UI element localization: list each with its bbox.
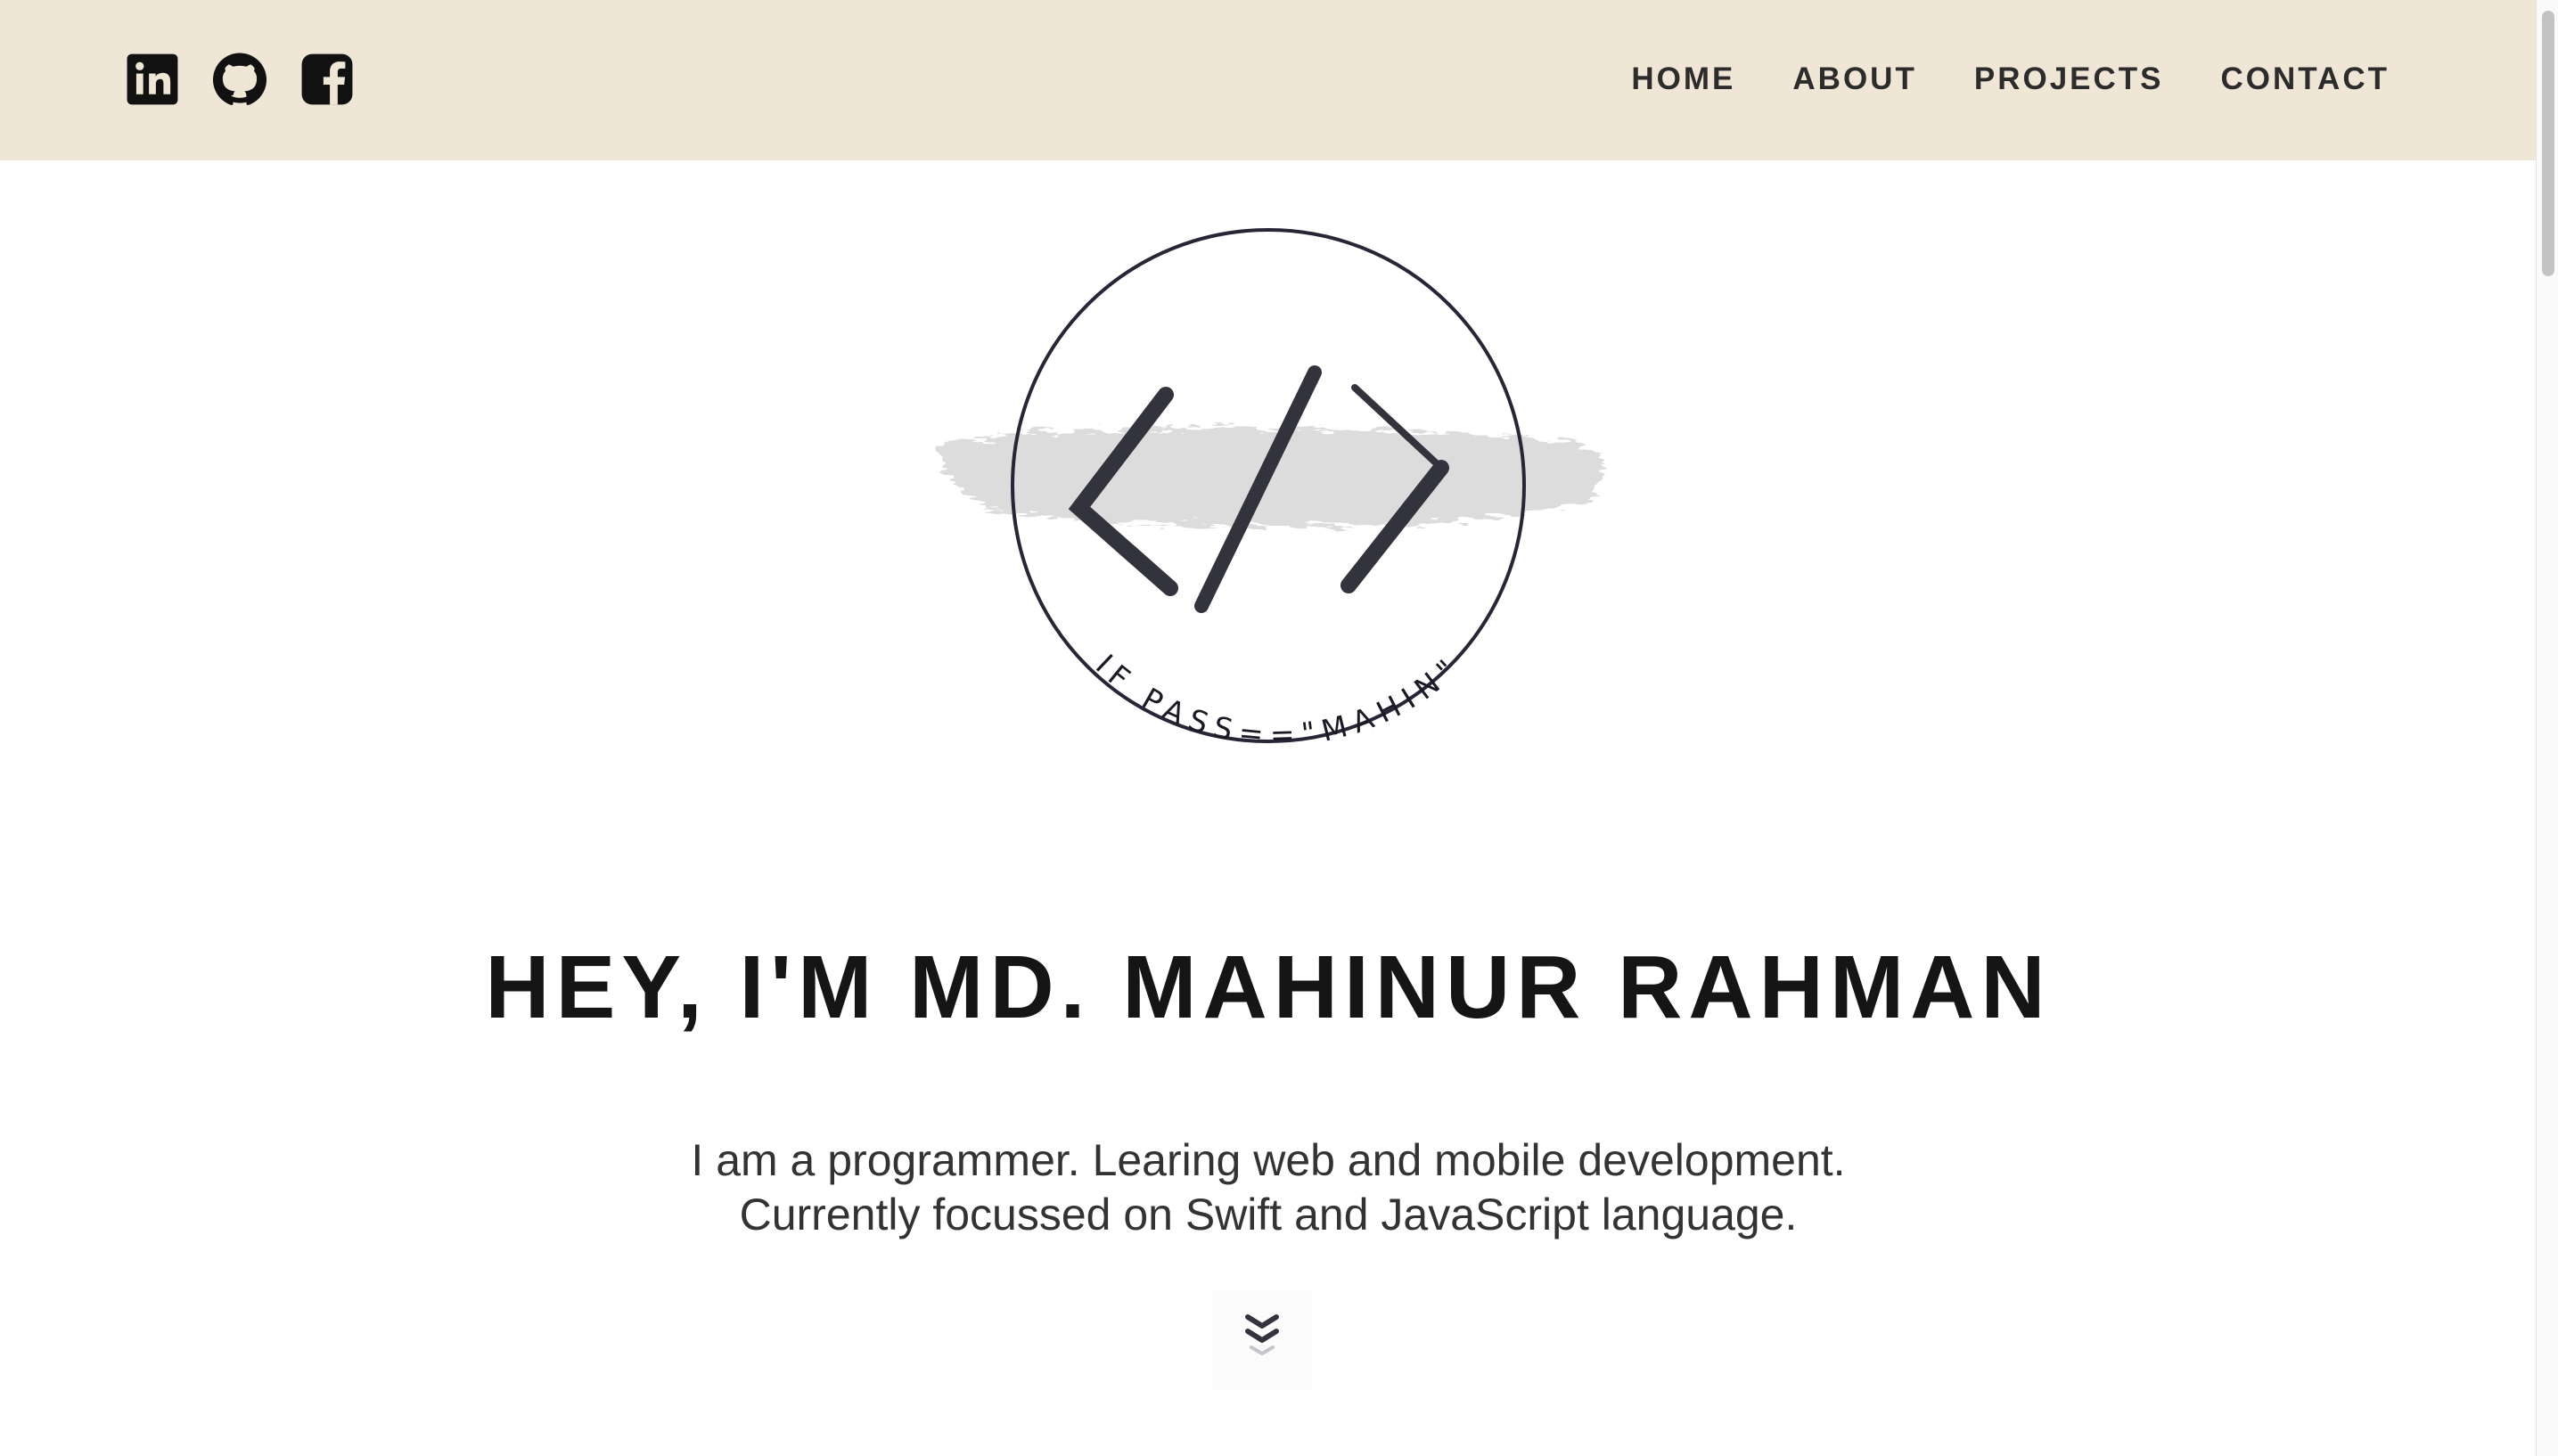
hero-description-line2: Currently focussed on Swift and JavaScri… [739, 1190, 1798, 1239]
hero-description-line1: I am a programmer. Learing web and mobil… [691, 1135, 1846, 1185]
logo-arc-text: IF PASS=="MAHIN" [1089, 648, 1469, 753]
nav-contact[interactable]: CONTACT [2221, 57, 2390, 102]
page-scrollbar[interactable] [2536, 0, 2558, 1456]
nav-about[interactable]: ABOUT [1792, 57, 1916, 102]
github-link[interactable] [212, 52, 267, 107]
main-nav: HOME ABOUT PROJECTS CONTACT [1631, 57, 2390, 102]
hero-title: HEY, I'M MD. MAHINUR RAHMAN [485, 937, 2052, 1037]
hero-description: I am a programmer. Learing web and mobil… [0, 1133, 2537, 1242]
nav-projects[interactable]: PROJECTS [1974, 57, 2164, 102]
site-logo: IF PASS=="MAHIN" [939, 228, 1603, 753]
scroll-down-button[interactable] [1212, 1290, 1312, 1390]
social-links [125, 52, 355, 107]
top-header: HOME ABOUT PROJECTS CONTACT [0, 0, 2537, 160]
facebook-icon [301, 53, 353, 105]
linkedin-icon [127, 53, 178, 105]
facebook-link[interactable] [299, 52, 355, 107]
scrollbar-thumb[interactable] [2542, 11, 2554, 276]
double-chevron-down-icon [1245, 1314, 1279, 1355]
linkedin-link[interactable] [125, 52, 180, 107]
github-icon [212, 53, 267, 105]
nav-home[interactable]: HOME [1631, 57, 1735, 102]
portfolio-page: HOME ABOUT PROJECTS CONTACT IF PASS=="MA… [0, 0, 2558, 1456]
